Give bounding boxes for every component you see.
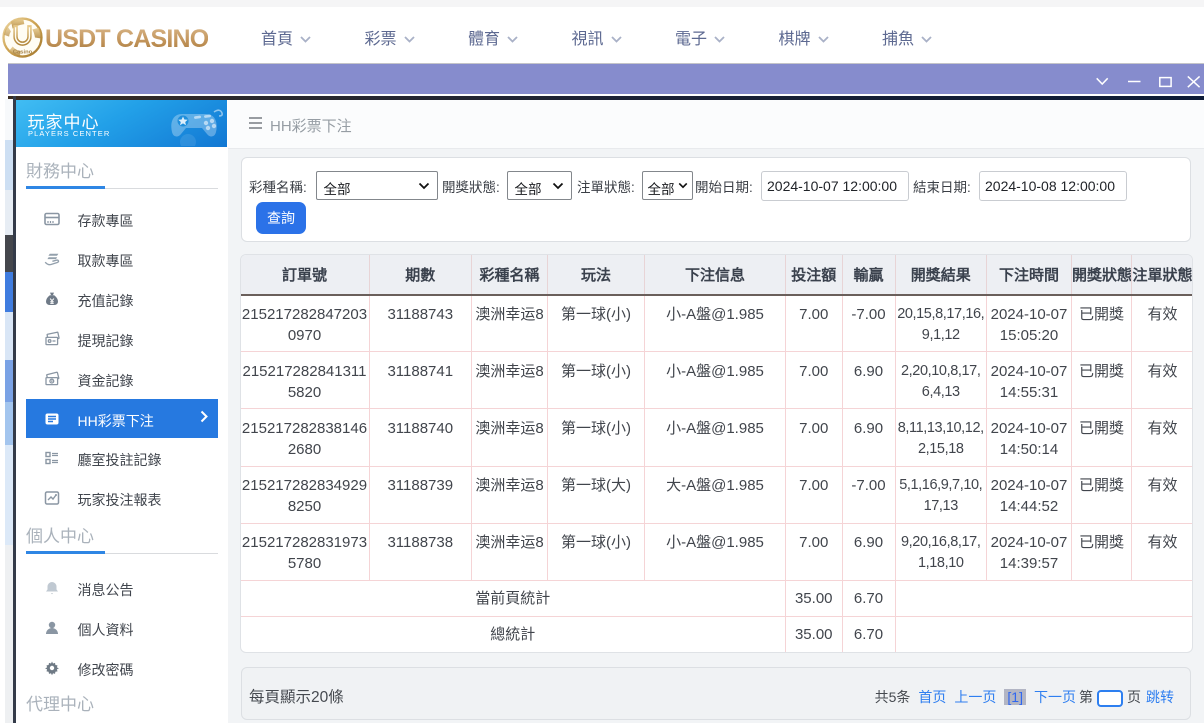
svg-text:Casino: Casino [13,50,33,56]
